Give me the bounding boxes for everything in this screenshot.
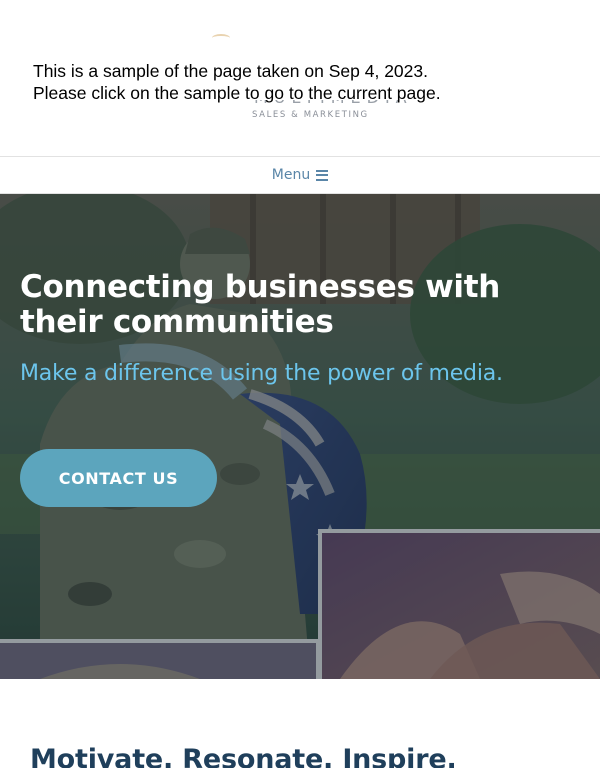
sample-notice-line-1: This is a sample of the page taken on Se… [33,61,428,81]
site-header: MULTIMEDIA SALES & MARKETING This is a s… [0,0,600,156]
hero-subtitle: Make a difference using the power of med… [20,361,503,386]
hero-overlay [0,194,600,679]
sample-notice[interactable]: This is a sample of the page taken on Se… [33,60,553,104]
contact-us-button[interactable]: CONTACT US [20,449,217,507]
page: MULTIMEDIA SALES & MARKETING This is a s… [0,0,600,768]
hero-title: Connecting businesses with their communi… [20,269,501,340]
hero-banner: Connecting businesses with their communi… [0,194,600,679]
hamburger-icon [316,169,329,181]
sample-notice-line-2: Please click on the sample to go to the … [33,83,441,103]
menu-toggle-button[interactable]: Menu [271,167,329,183]
logo-tagline: SALES & MARKETING [252,110,369,120]
menu-label: Menu [271,167,311,183]
nav-bar: Menu [0,156,600,194]
logo-mark-icon [212,34,230,42]
section-title: Motivate. Resonate. Inspire. [30,744,457,768]
